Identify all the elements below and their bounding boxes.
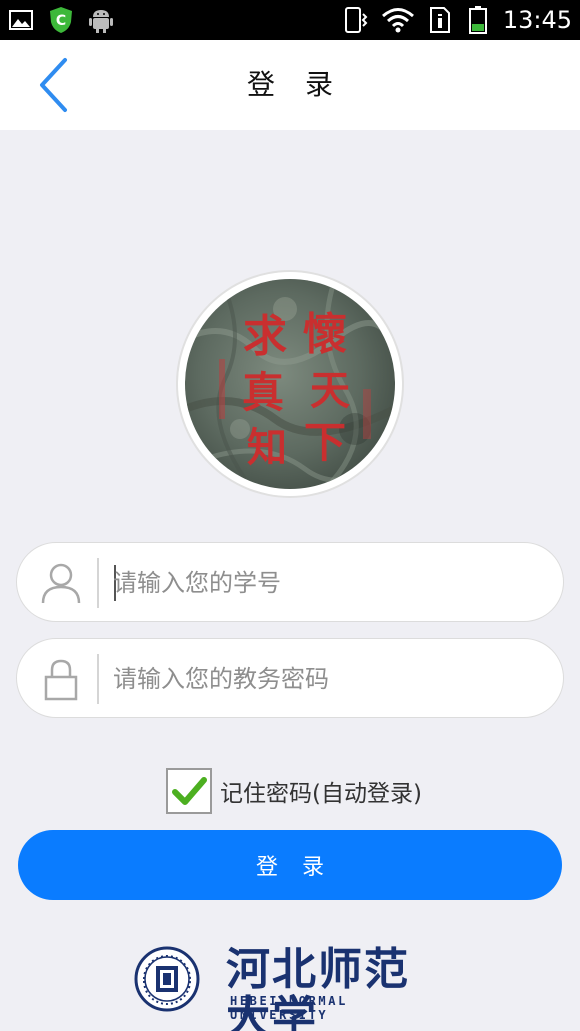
image-icon xyxy=(8,6,34,34)
shield-icon: C xyxy=(48,6,74,34)
password-field[interactable] xyxy=(16,638,564,718)
lock-icon xyxy=(39,655,83,703)
remember-checkbox[interactable] xyxy=(166,768,212,814)
battery-icon xyxy=(465,6,491,34)
remember-password-toggle[interactable]: 记住密码(自动登录) xyxy=(166,767,422,815)
svg-text:天: 天 xyxy=(310,367,350,414)
svg-text:求: 求 xyxy=(243,311,287,362)
status-clock: 13:45 xyxy=(502,6,572,34)
avatar: 懷 天 下 求 真 知 xyxy=(178,272,402,496)
checkmark-icon xyxy=(172,777,207,805)
university-seal-icon xyxy=(134,946,200,1012)
university-name-en: HEBEI NORMAL UNIVERSITY xyxy=(230,994,348,1022)
svg-text:懷: 懷 xyxy=(303,309,347,360)
sim-icon xyxy=(427,6,453,34)
status-bar: C 13:45 xyxy=(0,0,580,40)
vibrate-icon xyxy=(343,6,369,34)
page-title: 登录 xyxy=(246,68,363,101)
user-icon xyxy=(39,559,83,607)
svg-text:C: C xyxy=(56,13,66,29)
chevron-left-icon xyxy=(40,58,67,112)
username-field[interactable] xyxy=(16,542,564,622)
back-button[interactable] xyxy=(24,54,84,116)
field-divider xyxy=(97,654,99,704)
android-icon xyxy=(88,6,114,34)
login-button[interactable]: 登录 xyxy=(18,830,562,900)
field-divider xyxy=(97,558,99,608)
remember-label: 记住密码(自动登录) xyxy=(220,781,422,807)
svg-text:知: 知 xyxy=(247,424,287,471)
university-logo: 河北师范大学 HEBEI NORMAL UNIVERSITY xyxy=(130,944,450,1031)
calligraphy-stone-image: 懷 天 下 求 真 知 xyxy=(185,279,395,489)
password-input[interactable] xyxy=(113,653,543,705)
svg-text:下: 下 xyxy=(304,418,346,467)
student-id-input[interactable] xyxy=(113,557,543,609)
wifi-icon xyxy=(381,6,415,34)
navigation-bar: 登录 xyxy=(0,40,580,130)
svg-text:真: 真 xyxy=(242,368,284,417)
